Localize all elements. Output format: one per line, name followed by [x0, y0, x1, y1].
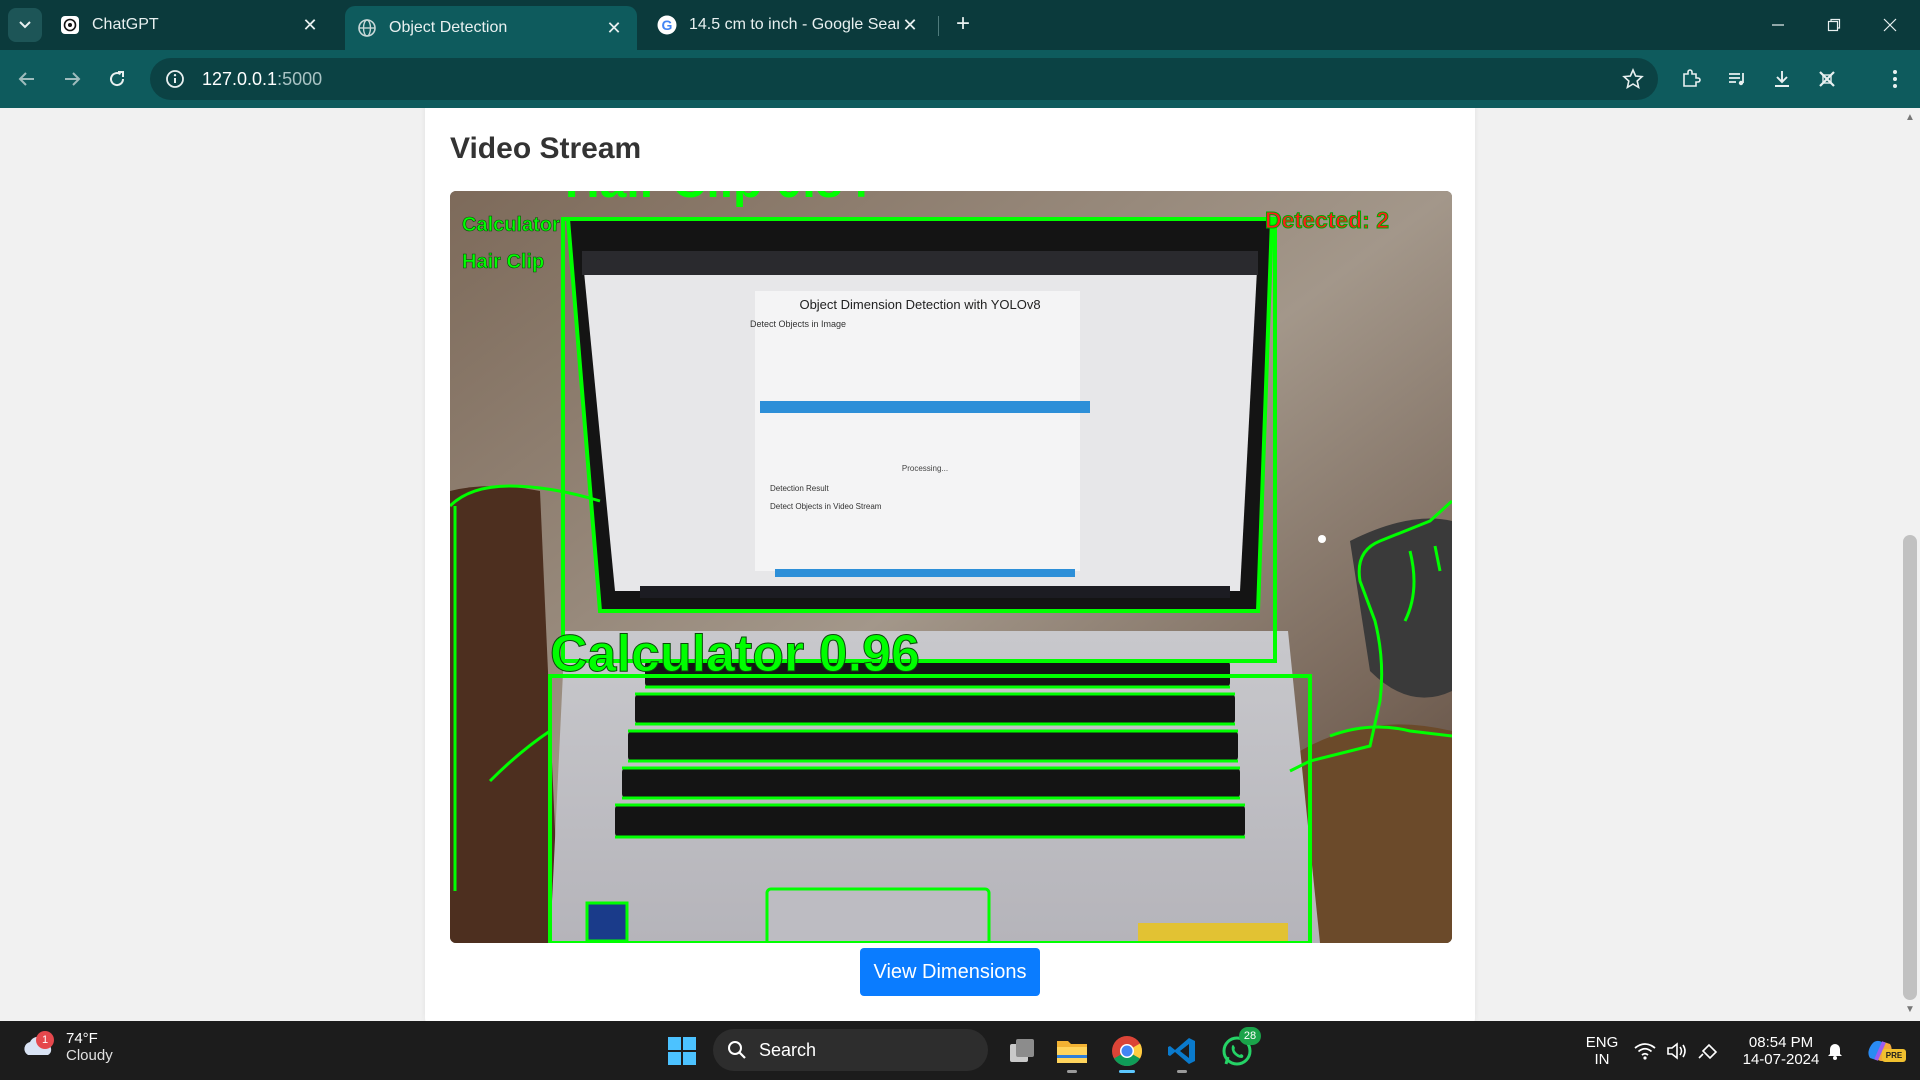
video-frame: Object Dimension Detection with YOLOv8 D… [450, 191, 1452, 943]
close-tab-icon[interactable]: ✕ [603, 17, 625, 39]
keyboard [615, 659, 1245, 839]
weather-badge: 1 [36, 1031, 54, 1049]
reload-icon[interactable] [99, 61, 135, 97]
tab-google-search[interactable]: G 14.5 cm to inch - Google Search ✕ [645, 6, 935, 44]
whatsapp-button[interactable]: 28 [1215, 1027, 1261, 1073]
menu-icon[interactable] [1880, 64, 1910, 94]
weather-temp: 74°F [66, 1030, 98, 1047]
language-code: ENG [1585, 1033, 1619, 1051]
chrome-button[interactable] [1105, 1029, 1149, 1073]
tab-title: 14.5 cm to inch - Google Search [689, 16, 899, 33]
search-placeholder: Search [759, 1039, 817, 1060]
stream-screen-sub2: Detect Objects in Video Stream [770, 502, 882, 511]
taskbar-search[interactable]: Search [713, 1029, 988, 1071]
section-title: Video Stream [450, 132, 642, 165]
scroll-up-icon[interactable]: ▲ [1904, 112, 1916, 124]
region-code: IN [1594, 1050, 1610, 1068]
tab-strip: ChatGPT ✕ Object Detection ✕ G 14.5 cm t… [0, 0, 1920, 50]
wifi-icon [1634, 1042, 1656, 1060]
bookmark-star-icon[interactable] [1622, 67, 1644, 95]
detection-label-hair-clip: Hair Clip 0.84 [565, 191, 869, 208]
google-icon: G [657, 15, 677, 35]
new-tab-icon[interactable]: + [950, 12, 976, 38]
forward-icon[interactable] [54, 61, 90, 97]
weather-condition: Cloudy [66, 1047, 113, 1064]
windows-icon [668, 1037, 696, 1065]
copilot-preview-badge: PRE [1882, 1049, 1906, 1062]
detection-label-calculator: Calculator 0.96 [550, 625, 920, 683]
close-tab-icon[interactable]: ✕ [299, 14, 321, 36]
task-view-icon [1010, 1039, 1034, 1062]
vscode-icon [1168, 1038, 1195, 1064]
browser-toolbar: 127.0.0.1:5000 [0, 50, 1920, 108]
close-window-icon[interactable] [1862, 0, 1918, 50]
stream-screen-sub1: Detect Objects in Image [750, 319, 846, 329]
page-viewport: Video Stream Object Dimension Detection … [0, 108, 1920, 1021]
copilot-button[interactable]: PRE [1858, 1029, 1906, 1073]
url-port: :5000 [277, 68, 323, 89]
video-stream: Object Dimension Detection with YOLOv8 D… [450, 191, 1452, 943]
back-icon[interactable] [9, 61, 45, 97]
cloud-icon: 1 [20, 1029, 56, 1065]
media-controls-icon[interactable] [1722, 64, 1752, 94]
tab-search-button[interactable] [8, 8, 42, 42]
file-explorer-button[interactable] [1050, 1029, 1094, 1073]
clock-time: 08:54 PM [1748, 1033, 1814, 1051]
clock[interactable]: 08:54 PM 14-07-2024 [1736, 1021, 1826, 1080]
extension-puzzle-icon[interactable] [1812, 64, 1842, 94]
chevron-down-icon [19, 21, 31, 29]
system-tray[interactable] [1632, 1021, 1722, 1080]
tab-chatgpt[interactable]: ChatGPT ✕ [48, 6, 333, 44]
tab-title: Object Detection [389, 19, 508, 36]
start-button[interactable] [660, 1029, 704, 1073]
tab-divider [938, 16, 939, 36]
stream-screen-heading: Object Dimension Detection with YOLOv8 [799, 297, 1040, 312]
search-icon [728, 1041, 746, 1059]
legend-label-hair-clip: Hair Clip [462, 251, 544, 273]
stream-screen-result: Detection Result [770, 484, 829, 493]
language-indicator[interactable]: ENG IN [1580, 1021, 1624, 1080]
battery-charging-icon [1698, 1043, 1718, 1059]
task-view-button[interactable] [1000, 1029, 1044, 1073]
view-dimensions-button[interactable]: View Dimensions [860, 948, 1040, 996]
site-info-icon[interactable] [164, 68, 186, 90]
legend-label-calculator: Calculator [462, 214, 560, 236]
volume-icon [1667, 1041, 1686, 1060]
chatgpt-icon [60, 15, 80, 35]
extensions-icon[interactable] [1676, 64, 1706, 94]
weather-widget[interactable]: 1 74°F Cloudy [20, 1029, 113, 1065]
taskbar: 1 74°F Cloudy Search 28 ENG IN 08:54 PM … [0, 1021, 1920, 1080]
clock-date: 14-07-2024 [1742, 1050, 1820, 1068]
download-icon[interactable] [1767, 64, 1797, 94]
svg-text:G: G [662, 17, 673, 33]
whatsapp-badge: 28 [1239, 1027, 1261, 1045]
scrollbar-thumb[interactable] [1903, 535, 1917, 1000]
folder-icon [1057, 1041, 1087, 1063]
scroll-down-icon[interactable]: ▼ [1904, 1004, 1916, 1016]
restore-icon[interactable] [1806, 0, 1862, 50]
chrome-icon [1112, 1036, 1143, 1066]
tab-object-detection[interactable]: Object Detection ✕ [345, 6, 637, 50]
globe-icon [357, 18, 377, 38]
close-tab-icon[interactable]: ✕ [899, 14, 921, 36]
minimize-icon[interactable] [1750, 0, 1806, 50]
tab-title: ChatGPT [92, 16, 159, 33]
vscode-button[interactable] [1160, 1029, 1204, 1073]
notification-bell-icon[interactable] [1824, 1021, 1846, 1080]
detected-count-label: Detected: 2 [1265, 207, 1389, 233]
address-bar[interactable]: 127.0.0.1:5000 [150, 58, 1658, 100]
url-host: 127.0.0.1 [202, 68, 278, 89]
stream-screen-processing: Processing... [902, 464, 948, 473]
